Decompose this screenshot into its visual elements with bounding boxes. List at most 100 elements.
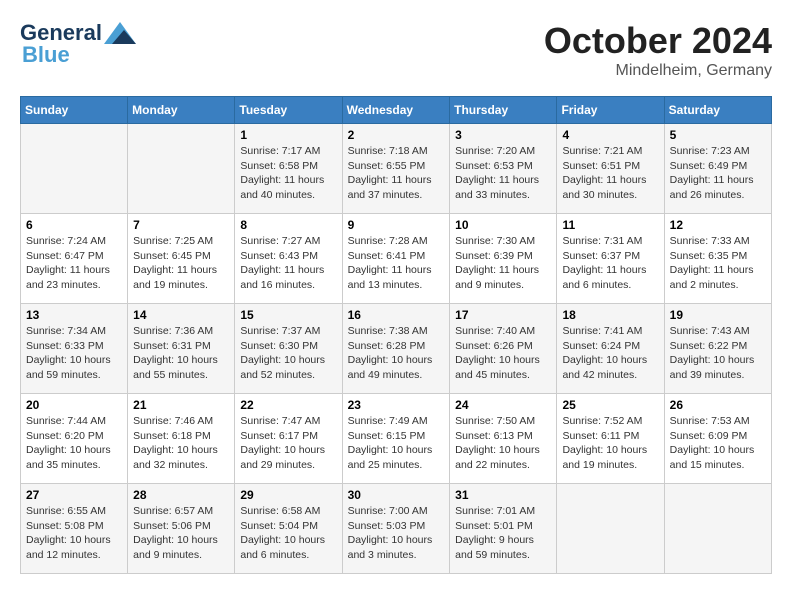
day-detail: Sunrise: 7:40 AMSunset: 6:26 PMDaylight:… (455, 324, 551, 383)
day-cell: 23 Sunrise: 7:49 AMSunset: 6:15 PMDayligh… (342, 394, 450, 484)
day-cell (21, 124, 128, 214)
header-row: SundayMondayTuesdayWednesdayThursdayFrid… (21, 97, 772, 124)
day-cell: 18Sunrise: 7:41 AMSunset: 6:24 PMDayligh… (557, 304, 664, 394)
day-cell: 16 Sunrise: 7:38 AMSunset: 6:28 PMDayligh… (342, 304, 450, 394)
day-detail: Sunrise: 7:43 AMSunset: 6:22 PMDaylight:… (670, 324, 766, 383)
calendar-table: SundayMondayTuesdayWednesdayThursdayFrid… (20, 96, 772, 574)
day-cell (128, 124, 235, 214)
day-cell: 8Sunrise: 7:27 AMSunset: 6:43 PMDaylight… (235, 214, 342, 304)
day-number: 5 (670, 128, 766, 142)
week-row-4: 20 Sunrise: 7:44 AMSunset: 6:20 PMDayligh… (21, 394, 772, 484)
day-cell: 5 Sunrise: 7:23 AMSunset: 6:49 PMDaylight… (664, 124, 771, 214)
day-detail: Sunrise: 7:34 AMSunset: 6:33 PMDaylight:… (26, 324, 122, 383)
day-cell: 7 Sunrise: 7:25 AMSunset: 6:45 PMDaylight… (128, 214, 235, 304)
day-number: 22 (240, 398, 336, 412)
day-number: 10 (455, 218, 551, 232)
day-number: 26 (670, 398, 766, 412)
day-number: 2 (348, 128, 445, 142)
month-title: October 2024 (544, 20, 772, 62)
title-block: October 2024 Mindelheim, Germany (544, 20, 772, 80)
day-number: 29 (240, 488, 336, 502)
day-cell: 3 Sunrise: 7:20 AMSunset: 6:53 PMDaylight… (450, 124, 557, 214)
day-detail: Sunrise: 7:27 AMSunset: 6:43 PMDaylight:… (240, 234, 336, 293)
day-detail: Sunrise: 6:57 AMSunset: 5:06 PMDaylight:… (133, 504, 229, 563)
day-cell: 24 Sunrise: 7:50 AMSunset: 6:13 PMDayligh… (450, 394, 557, 484)
day-detail: Sunrise: 7:38 AMSunset: 6:28 PMDaylight:… (348, 324, 445, 383)
logo-blue: Blue (20, 42, 70, 68)
day-number: 14 (133, 308, 229, 322)
day-number: 20 (26, 398, 122, 412)
day-cell: 13 Sunrise: 7:34 AMSunset: 6:33 PMDayligh… (21, 304, 128, 394)
day-cell: 15Sunrise: 7:37 AMSunset: 6:30 PMDayligh… (235, 304, 342, 394)
day-number: 15 (240, 308, 336, 322)
day-detail: Sunrise: 7:24 AMSunset: 6:47 PMDaylight:… (26, 234, 122, 293)
day-cell: 20 Sunrise: 7:44 AMSunset: 6:20 PMDayligh… (21, 394, 128, 484)
day-cell: 30 Sunrise: 7:00 AMSunset: 5:03 PMDayligh… (342, 484, 450, 574)
day-detail: Sunrise: 7:30 AMSunset: 6:39 PMDaylight:… (455, 234, 551, 293)
day-number: 13 (26, 308, 122, 322)
day-number: 4 (562, 128, 658, 142)
col-header-sunday: Sunday (21, 97, 128, 124)
day-cell: 27Sunrise: 6:55 AMSunset: 5:08 PMDayligh… (21, 484, 128, 574)
logo-icon (104, 22, 136, 44)
day-detail: Sunrise: 7:00 AMSunset: 5:03 PMDaylight:… (348, 504, 445, 563)
day-number: 19 (670, 308, 766, 322)
day-detail: Sunrise: 7:44 AMSunset: 6:20 PMDaylight:… (26, 414, 122, 473)
day-cell: 29 Sunrise: 6:58 AMSunset: 5:04 PMDayligh… (235, 484, 342, 574)
day-number: 31 (455, 488, 551, 502)
day-detail: Sunrise: 7:23 AMSunset: 6:49 PMDaylight:… (670, 144, 766, 203)
day-detail: Sunrise: 6:58 AMSunset: 5:04 PMDaylight:… (240, 504, 336, 563)
day-number: 6 (26, 218, 122, 232)
col-header-friday: Friday (557, 97, 664, 124)
day-cell: 19 Sunrise: 7:43 AMSunset: 6:22 PMDayligh… (664, 304, 771, 394)
day-number: 17 (455, 308, 551, 322)
day-number: 30 (348, 488, 445, 502)
day-cell: 17 Sunrise: 7:40 AMSunset: 6:26 PMDayligh… (450, 304, 557, 394)
day-detail: Sunrise: 7:41 AMSunset: 6:24 PMDaylight:… (562, 324, 658, 383)
day-cell: 1 Sunrise: 7:17 AMSunset: 6:58 PMDaylight… (235, 124, 342, 214)
week-row-1: 1 Sunrise: 7:17 AMSunset: 6:58 PMDaylight… (21, 124, 772, 214)
day-cell: 26 Sunrise: 7:53 AMSunset: 6:09 PMDayligh… (664, 394, 771, 484)
day-number: 9 (348, 218, 445, 232)
day-cell: 31 Sunrise: 7:01 AMSunset: 5:01 PMDayligh… (450, 484, 557, 574)
day-number: 24 (455, 398, 551, 412)
day-detail: Sunrise: 6:55 AMSunset: 5:08 PMDaylight:… (26, 504, 122, 563)
day-detail: Sunrise: 7:28 AMSunset: 6:41 PMDaylight:… (348, 234, 445, 293)
day-number: 3 (455, 128, 551, 142)
day-cell: 22 Sunrise: 7:47 AMSunset: 6:17 PMDayligh… (235, 394, 342, 484)
day-detail: Sunrise: 7:46 AMSunset: 6:18 PMDaylight:… (133, 414, 229, 473)
location: Mindelheim, Germany (544, 62, 772, 80)
day-number: 16 (348, 308, 445, 322)
day-cell (664, 484, 771, 574)
day-detail: Sunrise: 7:33 AMSunset: 6:35 PMDaylight:… (670, 234, 766, 293)
day-cell: 10 Sunrise: 7:30 AMSunset: 6:39 PMDayligh… (450, 214, 557, 304)
day-detail: Sunrise: 7:21 AMSunset: 6:51 PMDaylight:… (562, 144, 658, 203)
day-number: 23 (348, 398, 445, 412)
day-number: 7 (133, 218, 229, 232)
col-header-saturday: Saturday (664, 97, 771, 124)
page-header: General Blue October 2024 Mindelheim, Ge… (20, 20, 772, 80)
day-detail: Sunrise: 7:20 AMSunset: 6:53 PMDaylight:… (455, 144, 551, 203)
week-row-3: 13 Sunrise: 7:34 AMSunset: 6:33 PMDayligh… (21, 304, 772, 394)
day-detail: Sunrise: 7:49 AMSunset: 6:15 PMDaylight:… (348, 414, 445, 473)
day-detail: Sunrise: 7:17 AMSunset: 6:58 PMDaylight:… (240, 144, 336, 203)
day-detail: Sunrise: 7:50 AMSunset: 6:13 PMDaylight:… (455, 414, 551, 473)
logo: General Blue (20, 20, 136, 68)
day-cell: 2 Sunrise: 7:18 AMSunset: 6:55 PMDaylight… (342, 124, 450, 214)
day-cell: 4 Sunrise: 7:21 AMSunset: 6:51 PMDaylight… (557, 124, 664, 214)
day-number: 28 (133, 488, 229, 502)
day-detail: Sunrise: 7:52 AMSunset: 6:11 PMDaylight:… (562, 414, 658, 473)
day-number: 11 (562, 218, 658, 232)
day-detail: Sunrise: 7:31 AMSunset: 6:37 PMDaylight:… (562, 234, 658, 293)
day-cell (557, 484, 664, 574)
day-detail: Sunrise: 7:18 AMSunset: 6:55 PMDaylight:… (348, 144, 445, 203)
day-number: 1 (240, 128, 336, 142)
day-detail: Sunrise: 7:01 AMSunset: 5:01 PMDaylight:… (455, 504, 551, 563)
day-detail: Sunrise: 7:25 AMSunset: 6:45 PMDaylight:… (133, 234, 229, 293)
col-header-wednesday: Wednesday (342, 97, 450, 124)
day-detail: Sunrise: 7:47 AMSunset: 6:17 PMDaylight:… (240, 414, 336, 473)
day-detail: Sunrise: 7:53 AMSunset: 6:09 PMDaylight:… (670, 414, 766, 473)
col-header-tuesday: Tuesday (235, 97, 342, 124)
day-cell: 21Sunrise: 7:46 AMSunset: 6:18 PMDayligh… (128, 394, 235, 484)
day-number: 25 (562, 398, 658, 412)
